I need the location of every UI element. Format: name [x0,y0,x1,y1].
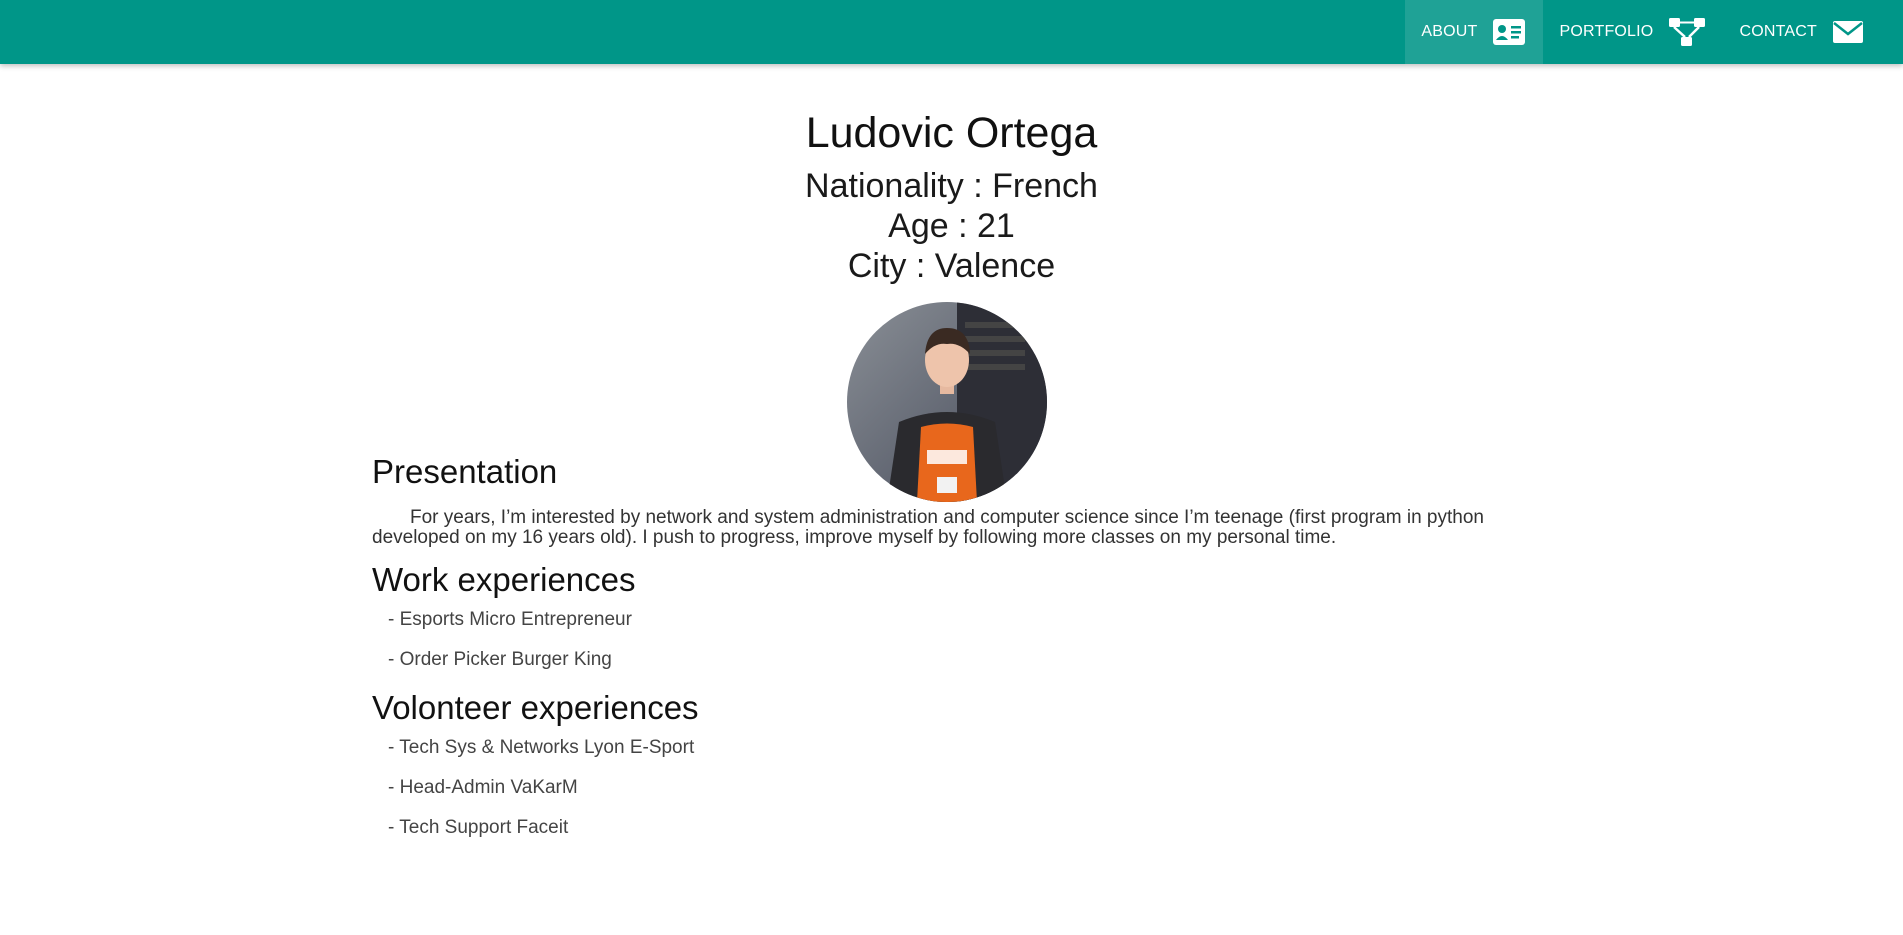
list-item: - Esports Micro Entrepreneur [388,609,632,630]
nav-about[interactable]: ABOUT [1405,0,1544,64]
work-list: - Esports Micro Entrepreneur - Order Pic… [372,600,1522,680]
nav-contact[interactable]: CONTACT [1723,0,1903,64]
presentation-text: For years, I’m interested by network and… [372,507,1484,548]
nav-about-label: ABOUT [1421,23,1478,40]
list-item: - Head-Admin VaKarM [388,777,578,798]
sitemap-icon [1669,17,1706,47]
nav-contact-label: CONTACT [1739,23,1817,40]
profile-nationality: Nationality : French [805,167,1098,205]
profile-city: City : Valence [847,247,1056,285]
main-content: Ludovic Ortega Nationality : French Age … [0,64,1903,502]
presentation-title: Presentation [372,453,558,490]
top-navbar: ABOUT PORTFOLIO CONTACT [0,0,1903,64]
nav-portfolio-label: PORTFOLIO [1559,23,1654,40]
nav-portfolio[interactable]: PORTFOLIO [1543,0,1723,64]
envelope-icon [1833,21,1863,43]
work-title: Work experiences [372,561,636,598]
list-item: - Tech Sys & Networks Lyon E-Sport [388,737,695,758]
profile-name: Ludovic Ortega [805,109,1098,157]
volunteer-list: - Tech Sys & Networks Lyon E-Sport - Hea… [372,728,1522,848]
profile-info: Nationality : French Age : 21 City : Val… [0,166,1903,286]
list-item: - Tech Support Faceit [388,817,569,838]
profile-age: Age : 21 [888,207,1015,245]
list-item: - Order Picker Burger King [388,649,612,670]
volunteer-title: Volonteer experiences [372,689,699,726]
id-card-icon [1493,19,1526,45]
about-sections: Presentation For years, I’m interested b… [372,452,1522,848]
